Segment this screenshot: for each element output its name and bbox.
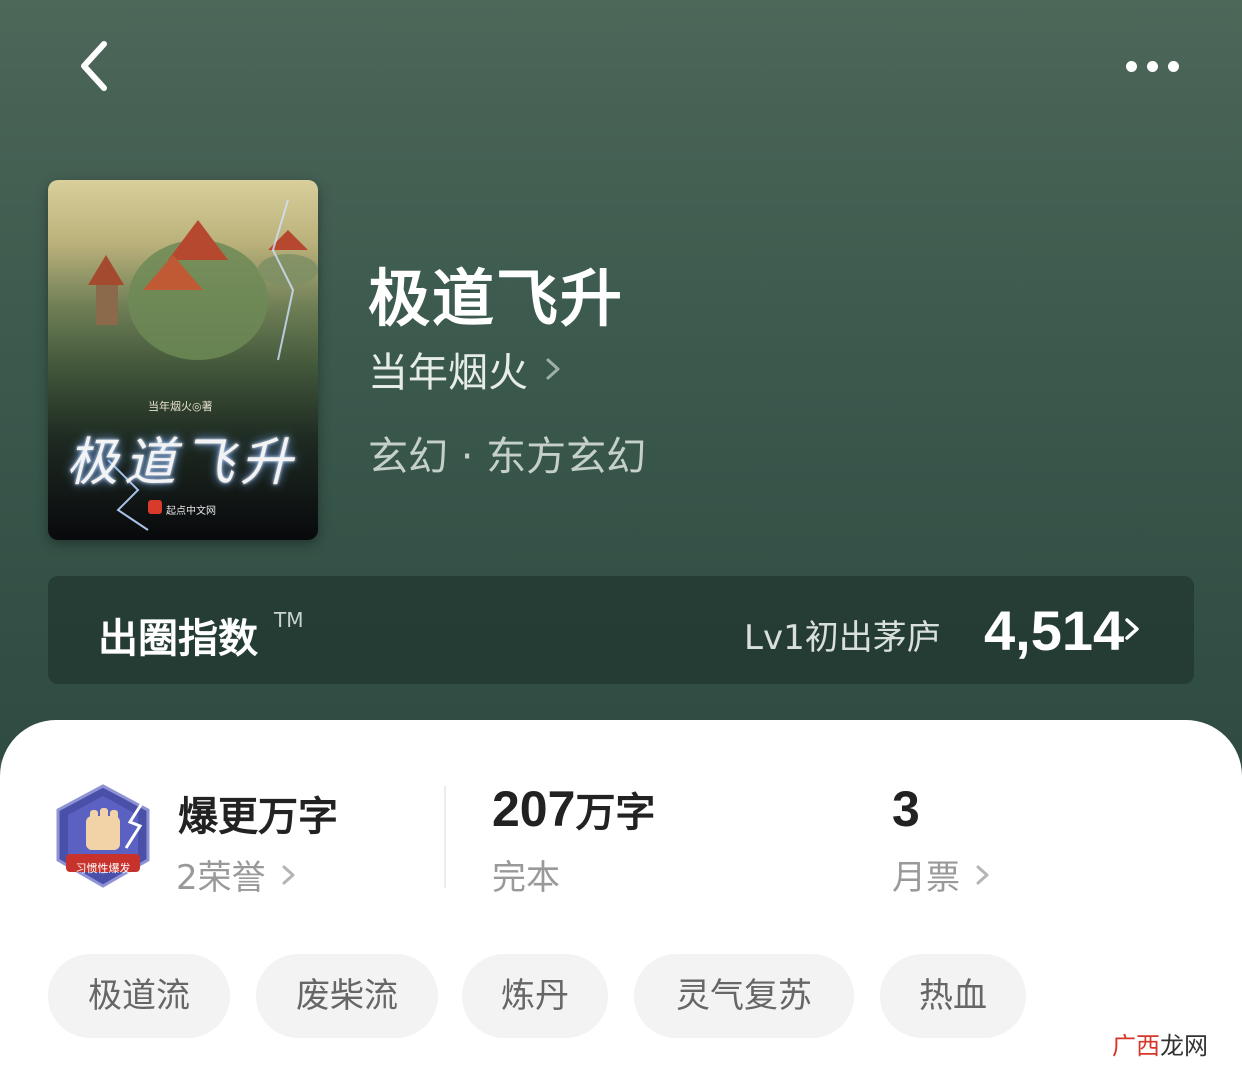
badge-caption: 习惯性爆发 bbox=[75, 862, 131, 875]
index-level: Lv1初出茅庐 bbox=[744, 618, 941, 658]
word-count: 207万字 bbox=[492, 780, 655, 838]
more-horizontal-icon bbox=[1147, 61, 1158, 72]
completion-status: 完本 bbox=[492, 858, 560, 898]
monthly-votes-link[interactable]: 月票 bbox=[892, 850, 992, 899]
genre-label: 玄幻 · 东方玄幻 bbox=[368, 434, 647, 480]
chevron-right-icon bbox=[546, 358, 560, 380]
monthly-votes-count: 3 bbox=[892, 781, 920, 837]
site-watermark: 广西龙网 bbox=[1112, 1026, 1208, 1061]
stat-divider bbox=[444, 786, 446, 888]
cover-title: 极道飞升 bbox=[66, 433, 299, 493]
cover-publisher: 起点中文网 bbox=[166, 506, 216, 517]
back-button[interactable] bbox=[60, 30, 132, 102]
publisher-logo-icon bbox=[148, 500, 162, 514]
watermark-part-2: 龙网 bbox=[1160, 1032, 1208, 1060]
book-title: 极道飞升 bbox=[368, 262, 625, 335]
word-count-unit: 万字 bbox=[575, 790, 656, 836]
watermark-part-1: 广西 bbox=[1112, 1032, 1160, 1060]
more-horizontal-icon bbox=[1126, 61, 1137, 72]
book-cover[interactable]: 当年烟火◎著 极道飞升 起点中文网 bbox=[48, 180, 318, 540]
chevron-right-icon bbox=[1125, 618, 1139, 640]
more-options-button[interactable] bbox=[1110, 40, 1196, 92]
more-horizontal-icon bbox=[1168, 61, 1179, 72]
honor-title: 爆更万字 bbox=[178, 794, 338, 840]
honor-count: 2荣誉 bbox=[176, 858, 266, 898]
tag-chip[interactable]: 热血 bbox=[880, 954, 1026, 1038]
chevron-right-icon bbox=[976, 865, 989, 884]
chevron-right-icon bbox=[282, 865, 295, 884]
index-label: 出圈指数 bbox=[98, 616, 258, 662]
tag-chip[interactable]: 极道流 bbox=[48, 954, 230, 1038]
honor-link[interactable]: 2荣誉 bbox=[176, 850, 298, 899]
cover-author: 当年烟火◎著 bbox=[148, 400, 213, 413]
monthly-votes-label: 月票 bbox=[892, 858, 960, 898]
tag-chip[interactable]: 灵气复苏 bbox=[634, 954, 854, 1038]
index-score: 4,514 bbox=[984, 599, 1125, 662]
author-name: 当年烟火 bbox=[368, 350, 528, 396]
tag-chip[interactable]: 废柴流 bbox=[256, 954, 438, 1038]
chevron-left-icon bbox=[81, 41, 107, 91]
info-card: 习惯性爆发 爆更万字 2荣誉 207万字 完本 3 月票 极道流 废柴流 炼丹 … bbox=[0, 720, 1242, 1070]
top-bar bbox=[0, 0, 1242, 130]
author-link[interactable]: 当年烟火 bbox=[368, 342, 564, 396]
word-count-number: 207 bbox=[492, 781, 576, 837]
trademark-mark: TM bbox=[274, 608, 304, 632]
tag-chip[interactable]: 炼丹 bbox=[462, 954, 608, 1038]
popularity-index-bar[interactable]: 出圈指数 TM Lv1初出茅庐 4,514 bbox=[48, 576, 1194, 684]
